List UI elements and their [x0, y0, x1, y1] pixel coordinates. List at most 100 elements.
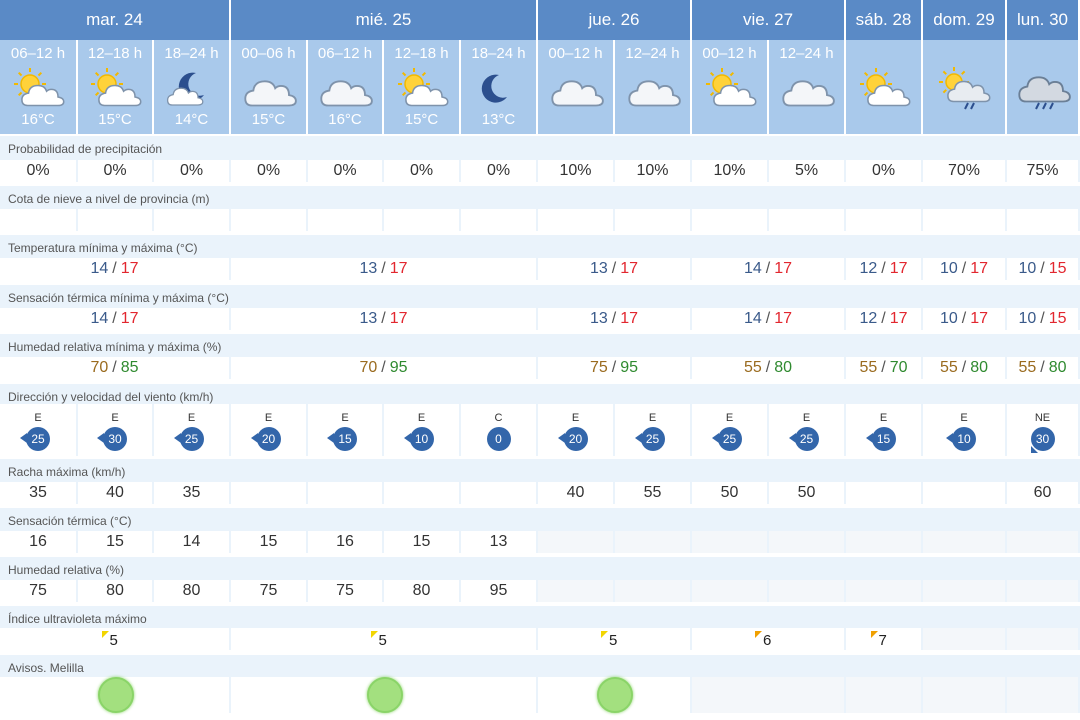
uv-cell: 6	[692, 628, 846, 650]
temperature-range: 12/17	[846, 258, 923, 280]
feels-like-range-min: 14	[90, 310, 109, 327]
empty-cell	[923, 628, 1007, 650]
precipitation-value: 75%	[1007, 160, 1080, 182]
period-cell[interactable]: 12–18 h 15°C	[384, 40, 461, 134]
period-cell[interactable]: 00–06 h 15°C	[231, 40, 308, 134]
feels-like-range-min: 12	[859, 310, 878, 327]
separator: /	[961, 359, 967, 376]
humidity-range-min: 55	[939, 359, 958, 376]
gust-value	[384, 482, 461, 504]
period-cell[interactable]: 12–18 h 15°C	[78, 40, 154, 134]
wind-speed-badge: 15	[871, 427, 896, 451]
wind-cell: E 30	[78, 404, 154, 456]
period-temperature: 15°C	[98, 111, 132, 128]
humidity-range-max: 95	[389, 359, 408, 376]
temperature-range: 14/17	[692, 258, 846, 280]
wind-cell: E 15	[308, 404, 384, 456]
feels-like-value: 16	[308, 531, 384, 553]
period-cell[interactable]	[1007, 40, 1080, 134]
wind-direction: E	[879, 412, 888, 424]
wind-speed-badge: 25	[717, 427, 742, 451]
uv-level-icon	[870, 631, 878, 638]
temperature-range: 13/17	[231, 258, 538, 280]
wind-cell: E 10	[384, 404, 461, 456]
temperature-range-max: 17	[970, 260, 989, 277]
period-temperature: 15°C	[251, 111, 286, 128]
period-label: 12–24 h	[625, 45, 680, 62]
wind-direction: E	[960, 412, 968, 424]
snow-level-value	[308, 209, 384, 231]
sun-cloud-icon	[85, 67, 145, 111]
empty-cell	[538, 531, 615, 553]
snow-level-value	[0, 209, 78, 231]
wind-arrow-icon	[250, 433, 258, 443]
wind-direction: E	[725, 412, 734, 424]
wind-cell: E 25	[0, 404, 78, 456]
feels-like-value: 15	[231, 531, 308, 553]
period-cell[interactable]: 06–12 h 16°C	[308, 40, 384, 134]
period-label: 18–24 h	[471, 45, 526, 62]
alert-status-icon[interactable]	[366, 677, 403, 713]
temperature-range-min: 13	[359, 260, 378, 277]
precipitation-value: 0%	[308, 160, 384, 182]
precipitation-value: 70%	[923, 160, 1007, 182]
empty-cell	[1007, 580, 1080, 602]
wind-arrow-icon	[865, 433, 873, 443]
period-cell[interactable]: 18–24 h 14°C	[154, 40, 231, 134]
snow-level-value	[538, 209, 615, 231]
humidity-range-max: 80	[970, 359, 989, 376]
empty-cell	[1007, 531, 1080, 553]
humidity-value: 75	[231, 580, 308, 602]
period-cell[interactable]	[846, 40, 923, 134]
uv-level-icon	[755, 631, 762, 638]
snow-level-value	[384, 209, 461, 231]
wind-cell: NE 30	[1007, 404, 1080, 456]
humidity-range-min: 75	[589, 359, 608, 376]
sun-cloud-icon	[392, 67, 452, 111]
snow-level-value	[692, 209, 769, 231]
humidity-range-max: 95	[620, 359, 639, 376]
day-header[interactable]: dom. 29	[923, 0, 1007, 40]
snow-level-value	[231, 209, 308, 231]
wind-arrow-icon	[1030, 446, 1038, 453]
period-cell[interactable]: 12–24 h	[769, 40, 846, 134]
alert-status-icon[interactable]	[597, 677, 633, 713]
temperature-range-max: 17	[774, 260, 793, 277]
separator: /	[765, 359, 771, 376]
precipitation-value: 0%	[846, 160, 923, 182]
temperature-range-max: 17	[120, 260, 139, 277]
day-header[interactable]: jue. 26	[538, 0, 692, 40]
sun-cloud-icon	[854, 67, 914, 111]
feels-like-range: 14/17	[692, 308, 846, 330]
day-header[interactable]: vie. 27	[692, 0, 846, 40]
precipitation-value: 0%	[154, 160, 231, 182]
gust-value: 50	[769, 482, 846, 504]
temperature-range-min: 14	[743, 260, 762, 277]
period-label: 06–12 h	[10, 45, 66, 62]
gust-value: 35	[0, 482, 78, 504]
day-header[interactable]: lun. 30	[1007, 0, 1080, 40]
alert-cell[interactable]	[538, 677, 692, 713]
alert-cell[interactable]	[0, 677, 231, 713]
alert-status-icon[interactable]	[97, 677, 134, 713]
period-label: 00–06 h	[241, 45, 296, 62]
period-cell[interactable]: 06–12 h 16°C	[0, 40, 78, 134]
alert-cell[interactable]	[231, 677, 538, 713]
humidity-value: 80	[384, 580, 461, 602]
day-header[interactable]: mar. 24	[0, 0, 231, 40]
cloud-icon	[777, 67, 837, 111]
feels-like-range-max: 17	[620, 310, 639, 327]
separator: /	[611, 359, 617, 376]
period-cell[interactable]: 18–24 h 13°C	[461, 40, 538, 134]
feels-like-range-max: 17	[774, 310, 793, 327]
day-header[interactable]: sáb. 28	[846, 0, 923, 40]
period-cell[interactable]: 12–24 h	[615, 40, 692, 134]
feels-like-range: 14/17	[0, 308, 231, 330]
period-cell[interactable]	[923, 40, 1007, 134]
humidity-value: 95	[461, 580, 538, 602]
period-cell[interactable]: 00–12 h	[692, 40, 769, 134]
wind-direction: E	[802, 412, 811, 424]
period-cell[interactable]: 00–12 h	[538, 40, 615, 134]
day-header[interactable]: mié. 25	[231, 0, 538, 40]
humidity-range-max: 70	[889, 359, 908, 376]
